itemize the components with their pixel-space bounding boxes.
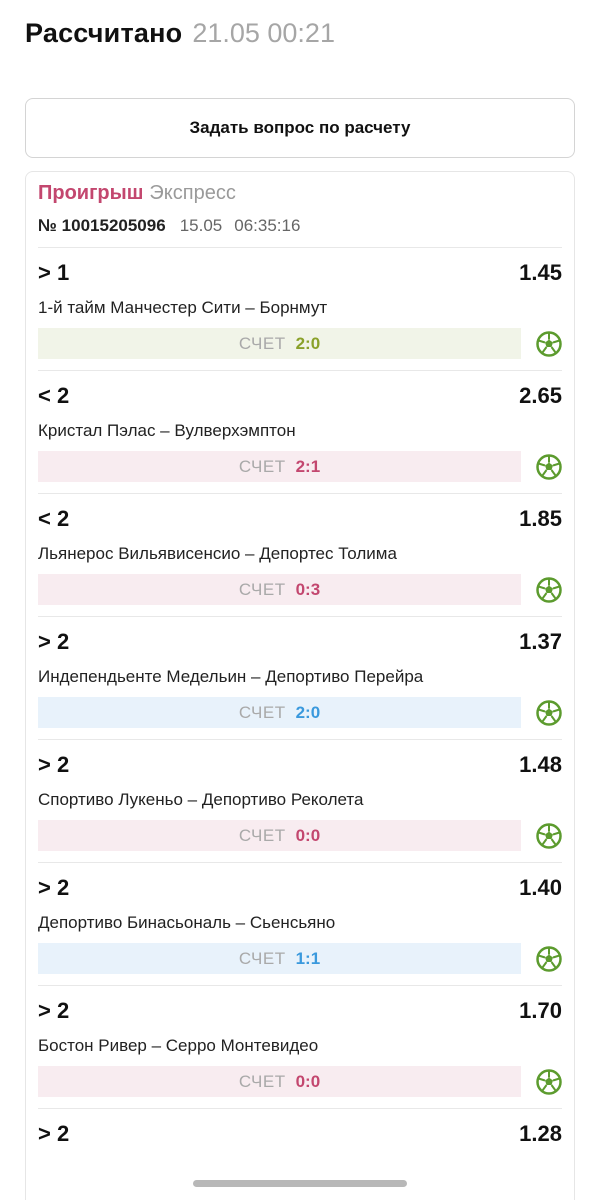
- score-value: 0:0: [295, 825, 321, 845]
- settled-timestamp: 21.05 00:21: [192, 18, 335, 48]
- bet-row: > 2 1.40 Депортиво Бинасьональ – Сьенсьяно…: [38, 862, 562, 985]
- score-label: СЧЕТ: [238, 333, 286, 353]
- score-bar: СЧЕТ 0:0: [38, 820, 521, 851]
- ticket-time: 06:35:16: [234, 216, 301, 235]
- score-value: 1:1: [295, 948, 321, 968]
- score-bar: СЧЕТ 1:1: [38, 943, 521, 974]
- score-label: СЧЕТ: [238, 456, 286, 476]
- page-header: Рассчитано 21.05 00:21: [25, 18, 335, 54]
- home-indicator[interactable]: [193, 1180, 407, 1187]
- score-label: СЧЕТ: [238, 702, 286, 722]
- bet-odds: 1.40: [519, 875, 562, 900]
- bet-row: > 2 1.70 Бостон Ривер – Серро Монтевидео СЧ…: [38, 985, 562, 1108]
- soccer-ball-icon: [536, 946, 562, 972]
- bet-type: Экспресс: [149, 182, 236, 204]
- soccer-ball-icon: [536, 331, 562, 357]
- bet-odds: 1.70: [519, 998, 562, 1023]
- bet-ticket-card: Проигрыш Экспресс № 10015205096 15.05 06…: [25, 171, 575, 1200]
- bet-odds: 1.45: [519, 260, 562, 285]
- score-bar: СЧЕТ 0:3: [38, 574, 521, 605]
- bet-row: < 2 1.85 Льянерос Вильявисенсио – Депортес…: [38, 493, 562, 616]
- bet-row: > 2 1.37 Индепендьенте Медельин – Депортив…: [38, 616, 562, 739]
- score-label: СЧЕТ: [238, 1071, 286, 1091]
- bet-market: > 2: [38, 752, 70, 777]
- ticket-meta: № 10015205096 15.05 06:35:16: [38, 216, 562, 238]
- match-name: 1-й тайм Манчестер Сити – Борнмут: [38, 298, 328, 317]
- bet-row: > 2 1.48 Спортиво Лукеньо – Депортиво Реко…: [38, 739, 562, 862]
- match-name: Льянерос Вильявисенсио – Депортес Толима: [38, 544, 397, 563]
- bet-odds: 1.48: [519, 752, 562, 777]
- score-value: 2:0: [295, 702, 321, 722]
- bet-row: > 1 1.45 1-й тайм Манчестер Сити – Борнмут…: [38, 247, 562, 370]
- bet-odds: 1.37: [519, 629, 562, 654]
- score-bar: СЧЕТ 2:1: [38, 451, 521, 482]
- score-label: СЧЕТ: [238, 948, 286, 968]
- match-name: Бостон Ривер – Серро Монтевидео: [38, 1036, 319, 1055]
- soccer-ball-icon: [536, 700, 562, 726]
- soccer-ball-icon: [536, 577, 562, 603]
- score-value: 0:0: [295, 1071, 321, 1091]
- soccer-ball-icon: [536, 823, 562, 849]
- bet-market: > 2: [38, 998, 70, 1023]
- soccer-ball-icon: [536, 1069, 562, 1095]
- score-bar: СЧЕТ 2:0: [38, 697, 521, 728]
- match-name: Спортиво Лукеньо – Депортиво Реколета: [38, 790, 364, 809]
- status-badge: Проигрыш: [38, 182, 144, 204]
- score-value: 2:0: [295, 333, 321, 353]
- bet-odds: 2.65: [519, 383, 562, 408]
- ticket-header: Проигрыш Экспресс № 10015205096 15.05 06…: [38, 182, 562, 238]
- bet-market: > 2: [38, 629, 70, 654]
- bet-odds: 1.28: [519, 1121, 562, 1146]
- score-label: СЧЕТ: [238, 579, 286, 599]
- bet-market: < 2: [38, 383, 70, 408]
- ask-question-button[interactable]: Задать вопрос по расчету: [25, 98, 575, 158]
- score-bar: СЧЕТ 2:0: [38, 328, 521, 359]
- bet-market: > 1: [38, 260, 70, 285]
- ticket-number: № 10015205096: [38, 216, 166, 235]
- score-value: 2:1: [295, 456, 321, 476]
- bet-market: < 2: [38, 506, 70, 531]
- soccer-ball-icon: [536, 454, 562, 480]
- score-value: 0:3: [295, 579, 321, 599]
- score-label: СЧЕТ: [238, 825, 286, 845]
- score-bar: СЧЕТ 0:0: [38, 1066, 521, 1097]
- ticket-status-line: Проигрыш Экспресс: [38, 182, 562, 208]
- ticket-date: 15.05: [179, 216, 223, 235]
- bet-odds: 1.85: [519, 506, 562, 531]
- bet-market: > 2: [38, 1121, 70, 1146]
- bet-row: < 2 2.65 Кристал Пэлас – Вулверхэмптон СЧЕТ…: [38, 370, 562, 493]
- match-name: Индепендьенте Медельин – Депортиво Перей…: [38, 667, 424, 686]
- match-name: Депортиво Бинасьональ – Сьенсьяно: [38, 913, 336, 932]
- page-title: Рассчитано: [25, 18, 183, 48]
- match-name: Кристал Пэлас – Вулверхэмптон: [38, 421, 296, 440]
- bet-market: > 2: [38, 875, 70, 900]
